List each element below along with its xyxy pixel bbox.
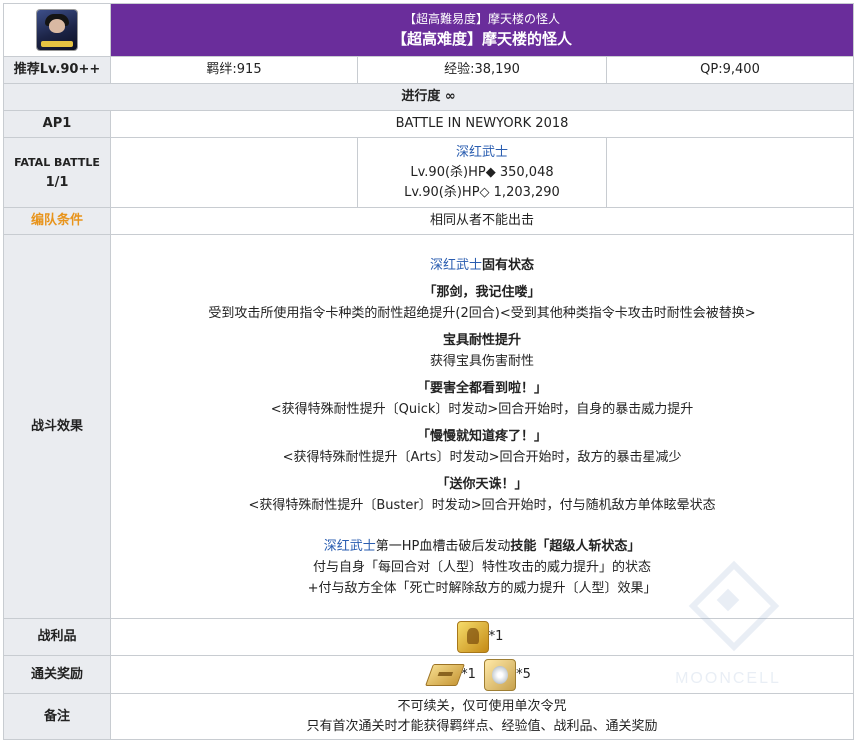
enemy-empty-left: [110, 137, 358, 208]
drop-qty: *1: [488, 629, 504, 644]
fatal-battle-label: FATAL BATTLE 1/1: [3, 137, 111, 208]
ap-row: AP1 BATTLE IN NEWYORK 2018: [3, 110, 855, 138]
drops-content: *1: [109, 618, 855, 656]
quest-page: 【超高難易度】摩天楼の怪人 【超高难度】摩天楼的怪人 推荐Lv.90++ 羁绊:…: [0, 0, 856, 752]
effects-intro-suffix: 固有状态: [482, 257, 535, 273]
fatal-battle-count: 1/1: [45, 174, 69, 190]
trigger-mid: 第一HP血槽击破后发动: [375, 538, 511, 554]
effects-intro: 深红武士固有状态: [111, 255, 853, 276]
qp-value: QP:9,400: [605, 56, 855, 84]
fatal-battle-row: FATAL BATTLE 1/1 深红武士 Lv.90(杀)HP◆ 350,04…: [3, 137, 855, 208]
effect-desc: <获得特殊耐性提升〔Arts〕时发动>回合开始时，敌方的暴击星减少: [282, 449, 682, 465]
notes-line-1: 不可续关，仅可使用单次令咒: [397, 698, 567, 714]
formation-row: 编队条件 相同从者不能出击: [3, 207, 855, 235]
enemy-empty-right: [605, 137, 855, 208]
quest-title-cn: 【超高难度】摩天楼的怪人: [392, 29, 573, 48]
notes-content: 不可续关，仅可使用单次令咒 只有首次通关时才能获得羁绊点、经验值、战利品、通关奖…: [109, 693, 855, 740]
progress-label: 进行度 ∞: [2, 83, 855, 111]
enemy-name-link[interactable]: 深红武士: [358, 143, 606, 163]
effects-intro-enemy-link[interactable]: 深红武士: [430, 258, 482, 273]
quest-header: 【超高難易度】摩天楼の怪人 【超高难度】摩天楼的怪人: [3, 3, 855, 57]
trigger-line-3: +付与敌方全体「死亡时解除敌方的威力提升〔人型〕效果」: [307, 580, 657, 596]
effect-title: 「那剑，我记住喽」: [423, 284, 541, 300]
enemy-hp-2: Lv.90(杀)HP◇ 1,203,290: [404, 184, 560, 200]
effect-desc: <获得特殊耐性提升〔Buster〕时发动>回合开始时，付与随机敌方单体眩晕状态: [248, 497, 716, 513]
fatal-battle-title: FATAL BATTLE: [14, 155, 100, 169]
stats-row: 推荐Lv.90++ 羁绊:915 经验:38,190 QP:9,400: [3, 56, 855, 84]
gold-ticket-icon[interactable]: [425, 663, 466, 686]
trigger-enemy-link[interactable]: 深红武士: [324, 539, 376, 554]
enemy-cell: 深红武士 Lv.90(杀)HP◆ 350,048 Lv.90(杀)HP◇ 1,2…: [357, 137, 607, 208]
quest-title-cell: 【超高難易度】摩天楼の怪人 【超高难度】摩天楼的怪人: [109, 3, 855, 57]
avatar-cell: [3, 3, 111, 57]
clear-reward-row: 通关奖励 *1 *5: [3, 655, 855, 694]
battle-effects-row: 战斗效果 深红武士固有状态 「那剑，我记住喽」 受到攻击所使用指令卡种类的耐性超…: [3, 234, 855, 619]
battle-effects-label: 战斗效果: [3, 234, 111, 619]
notes-line-2: 只有首次通关时才能获得羁绊点、经验值、战利品、通关奖励: [306, 718, 658, 734]
battle-name: BATTLE IN NEWYORK 2018: [109, 110, 855, 138]
trigger-skill: 技能「超级人斩状态」: [510, 538, 641, 554]
progress-row: 进行度 ∞: [2, 83, 855, 111]
trigger-line-1: 深红武士第一HP血槽击破后发动技能「超级人斩状态」: [111, 536, 853, 557]
reward-qty-2: *5: [516, 666, 531, 682]
bond-value: 羁绊:915: [110, 56, 358, 84]
drops-label: 战利品: [3, 618, 111, 656]
effect-title: 「慢慢就知道疼了！」: [417, 428, 548, 444]
quest-title-jp: 【超高難易度】摩天楼の怪人: [404, 11, 561, 26]
effect-desc: 受到攻击所使用指令卡种类的耐性超绝提升(2回合)<受到其他种类指令卡攻击时耐性会…: [208, 305, 756, 321]
recommended-level: 推荐Lv.90++: [3, 56, 111, 84]
exp-value: 经验:38,190: [357, 56, 607, 84]
notes-label: 备注: [3, 693, 111, 740]
quest-table: 【超高難易度】摩天楼の怪人 【超高难度】摩天楼的怪人 推荐Lv.90++ 羁绊:…: [2, 3, 855, 740]
enemy-hp-1: Lv.90(杀)HP◆ 350,048: [410, 164, 554, 180]
effect-title: 「要害全都看到啦！」: [417, 380, 548, 396]
clear-reward-label: 通关奖励: [3, 655, 111, 694]
formation-label: 编队条件: [3, 207, 111, 235]
effect-title: 「送你天诛！」: [436, 476, 528, 492]
clear-reward-content: *1 *5: [109, 655, 855, 694]
trigger-line-2: 付与自身「每回合对〔人型〕特性攻击的威力提升」的状态: [313, 559, 652, 575]
drops-row: 战利品 *1: [3, 618, 855, 656]
saint-quartz-fragment-icon[interactable]: [484, 658, 517, 691]
effect-desc: 获得宝具伤害耐性: [430, 353, 535, 369]
gold-statue-icon[interactable]: [456, 621, 489, 653]
servant-portrait-icon[interactable]: [37, 10, 77, 50]
battle-effects-content: 深红武士固有状态 「那剑，我记住喽」 受到攻击所使用指令卡种类的耐性超绝提升(2…: [109, 234, 855, 619]
ap-label: AP1: [3, 110, 111, 138]
effect-desc: <获得特殊耐性提升〔Quick〕时发动>回合开始时，自身的暴击威力提升: [270, 401, 694, 417]
effect-title: 宝具耐性提升: [443, 332, 522, 348]
formation-value: 相同从者不能出击: [109, 207, 855, 235]
notes-row: 备注 不可续关，仅可使用单次令咒 只有首次通关时才能获得羁绊点、经验值、战利品、…: [3, 693, 855, 740]
